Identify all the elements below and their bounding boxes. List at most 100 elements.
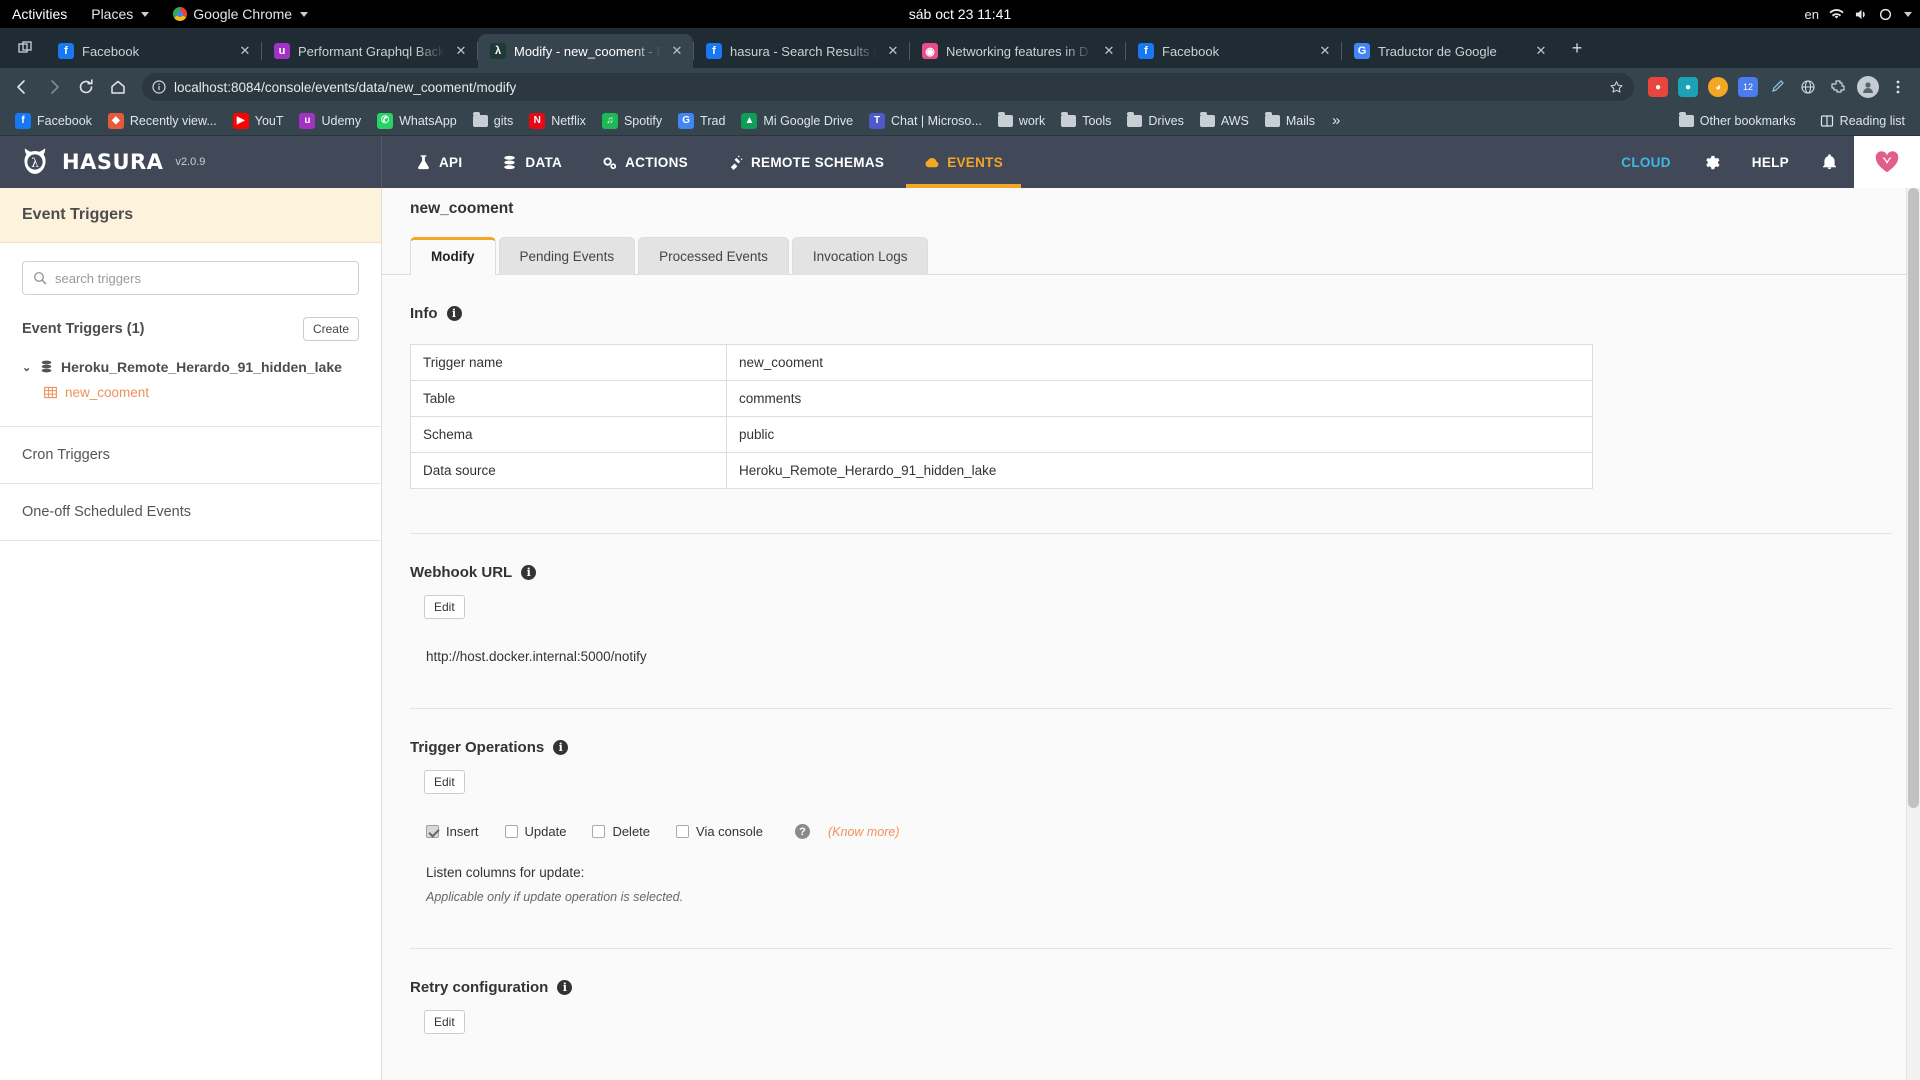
checkbox-via-console[interactable]: Via console xyxy=(676,824,781,839)
new-tab-button[interactable]: + xyxy=(1563,34,1591,62)
bookmark-item[interactable]: gits xyxy=(466,111,520,131)
tab-invocation-logs[interactable]: Invocation Logs xyxy=(791,237,929,275)
browser-tab[interactable]: λ Modify - new_cooment - E ✕ xyxy=(478,34,693,68)
nav-tab-events[interactable]: EVENTS xyxy=(906,136,1021,188)
bookmark-item[interactable]: ✆ WhatsApp xyxy=(370,110,464,132)
tab-search-button[interactable] xyxy=(4,28,46,68)
nav-tab-api[interactable]: API xyxy=(398,136,480,188)
extension-orange-icon[interactable]: ◕ xyxy=(1704,73,1732,101)
os-clock[interactable]: sáb oct 23 11:41 xyxy=(909,6,1011,22)
info-icon[interactable]: i xyxy=(557,980,573,995)
nav-tab-data[interactable]: DATA xyxy=(484,136,580,188)
close-icon[interactable]: ✕ xyxy=(1533,43,1549,59)
edit-operations-button[interactable]: Edit xyxy=(424,770,465,794)
other-bookmarks-folder[interactable]: Other bookmarks xyxy=(1672,111,1803,131)
bookmark-item[interactable]: ▲ Mi Google Drive xyxy=(734,110,860,132)
nav-tab-remote-schemas[interactable]: REMOTE SCHEMAS xyxy=(710,136,902,188)
forward-button[interactable] xyxy=(40,73,68,101)
bookmark-item[interactable]: work xyxy=(991,111,1052,131)
info-icon[interactable]: i xyxy=(521,565,537,580)
extension-globe-icon[interactable] xyxy=(1794,73,1822,101)
extension-pencil-icon[interactable] xyxy=(1764,73,1792,101)
know-more-link[interactable]: (Know more) xyxy=(828,825,900,839)
main-scrollbar[interactable] xyxy=(1906,188,1920,1080)
search-triggers-input[interactable]: search triggers xyxy=(22,261,359,295)
tree-source-item[interactable]: ⌄ Heroku_Remote_Herardo_91_hidden_lake xyxy=(22,355,359,379)
bookmark-item[interactable]: u Udemy xyxy=(292,110,368,132)
sidebar-item-new-cooment[interactable]: new_cooment xyxy=(22,379,359,406)
question-icon[interactable]: ? xyxy=(795,824,810,839)
tab-modify[interactable]: Modify xyxy=(410,237,496,275)
browser-tab[interactable]: f hasura - Search Results | F ✕ xyxy=(694,34,909,68)
bookmark-item[interactable]: Tools xyxy=(1054,111,1118,131)
bookmark-item[interactable]: f Facebook xyxy=(8,110,99,132)
reload-button[interactable] xyxy=(72,73,100,101)
main-scrollbar-thumb[interactable] xyxy=(1908,188,1919,808)
nav-tab-actions[interactable]: ACTIONS xyxy=(584,136,706,188)
extension-teal-icon[interactable]: ● xyxy=(1674,73,1702,101)
browser-tab[interactable]: ◉ Networking features in D ✕ xyxy=(910,34,1125,68)
browser-tab[interactable]: f Facebook ✕ xyxy=(1126,34,1341,68)
bookmarks-overflow-button[interactable]: » xyxy=(1324,112,1348,129)
bookmark-label: Facebook xyxy=(37,113,92,128)
nav-cloud-button[interactable]: CLOUD xyxy=(1605,155,1687,170)
table-icon xyxy=(44,386,57,399)
nav-settings-button[interactable] xyxy=(1687,154,1736,171)
home-button[interactable] xyxy=(104,73,132,101)
chrome-menu-button[interactable] xyxy=(1884,73,1912,101)
extension-count-icon[interactable]: 12 xyxy=(1734,73,1762,101)
bookmark-star-icon[interactable] xyxy=(1609,80,1624,95)
close-icon[interactable]: ✕ xyxy=(885,43,901,59)
checkbox-insert[interactable]: Insert xyxy=(426,824,497,839)
chevron-down-icon[interactable]: ⌄ xyxy=(22,361,32,374)
close-icon[interactable]: ✕ xyxy=(1101,43,1117,59)
bookmark-item[interactable]: T Chat | Microso... xyxy=(862,110,989,132)
close-icon[interactable]: ✕ xyxy=(453,43,469,59)
extension-red-icon[interactable]: ● xyxy=(1644,73,1672,101)
browser-tab[interactable]: G Traductor de Google ✕ xyxy=(1342,34,1557,68)
edit-retry-button[interactable]: Edit xyxy=(424,1010,465,1034)
sidebar-item-cron-triggers[interactable]: Cron Triggers xyxy=(0,427,381,483)
info-icon[interactable]: i xyxy=(446,306,462,321)
close-icon[interactable]: ✕ xyxy=(237,43,253,59)
browser-tab[interactable]: f Facebook ✕ xyxy=(46,34,261,68)
extensions-puzzle-icon[interactable] xyxy=(1824,73,1852,101)
sidebar-item-one-off-scheduled-events[interactable]: One-off Scheduled Events xyxy=(0,484,381,540)
hasura-brand[interactable]: λ HASURA v2.0.9 xyxy=(0,136,382,188)
tab-pending-events[interactable]: Pending Events xyxy=(498,237,636,275)
checkbox-box[interactable] xyxy=(592,825,606,838)
bookmark-item[interactable]: AWS xyxy=(1193,111,1256,131)
browser-tab[interactable]: u Performant Graphql Back ✕ xyxy=(262,34,477,68)
bookmark-item[interactable]: G Trad xyxy=(671,110,732,132)
keyboard-layout-label[interactable]: en xyxy=(1805,7,1819,22)
bookmark-item[interactable]: ◆ Recently view... xyxy=(101,110,224,132)
nav-notifications-button[interactable] xyxy=(1805,153,1854,171)
address-bar[interactable]: localhost:8084/console/events/data/new_c… xyxy=(142,73,1634,101)
checkbox-box[interactable] xyxy=(676,825,690,838)
nav-help-button[interactable]: HELP xyxy=(1736,155,1805,170)
info-icon[interactable]: i xyxy=(553,740,569,755)
bookmark-item[interactable]: ♫ Spotify xyxy=(595,110,669,132)
checkbox-update[interactable]: Update xyxy=(504,824,585,839)
os-status-area[interactable]: en xyxy=(1805,7,1912,22)
bookmark-item[interactable]: ▶ YouT xyxy=(226,110,291,132)
profile-avatar[interactable] xyxy=(1854,73,1882,101)
create-trigger-button[interactable]: Create xyxy=(302,317,359,341)
nav-tab-label: DATA xyxy=(525,154,563,170)
close-icon[interactable]: ✕ xyxy=(1317,43,1333,59)
activities-button[interactable]: Activities xyxy=(0,0,79,28)
bookmark-item[interactable]: Drives xyxy=(1120,111,1190,131)
reading-list-button[interactable]: Reading list xyxy=(1813,111,1912,131)
checkbox-delete[interactable]: Delete xyxy=(592,824,668,839)
checkbox-box[interactable] xyxy=(426,825,439,838)
checkbox-box[interactable] xyxy=(504,825,518,838)
tab-processed-events[interactable]: Processed Events xyxy=(638,237,789,275)
bookmark-item[interactable]: Mails xyxy=(1258,111,1322,131)
app-menu-chrome[interactable]: Google Chrome xyxy=(161,0,320,28)
edit-webhook-button[interactable]: Edit xyxy=(424,595,465,619)
back-button[interactable] xyxy=(8,73,36,101)
bookmark-item[interactable]: N Netflix xyxy=(522,110,593,132)
hasura-pro-badge[interactable] xyxy=(1854,136,1920,188)
places-menu[interactable]: Places xyxy=(79,0,161,28)
close-icon[interactable]: ✕ xyxy=(669,43,685,59)
